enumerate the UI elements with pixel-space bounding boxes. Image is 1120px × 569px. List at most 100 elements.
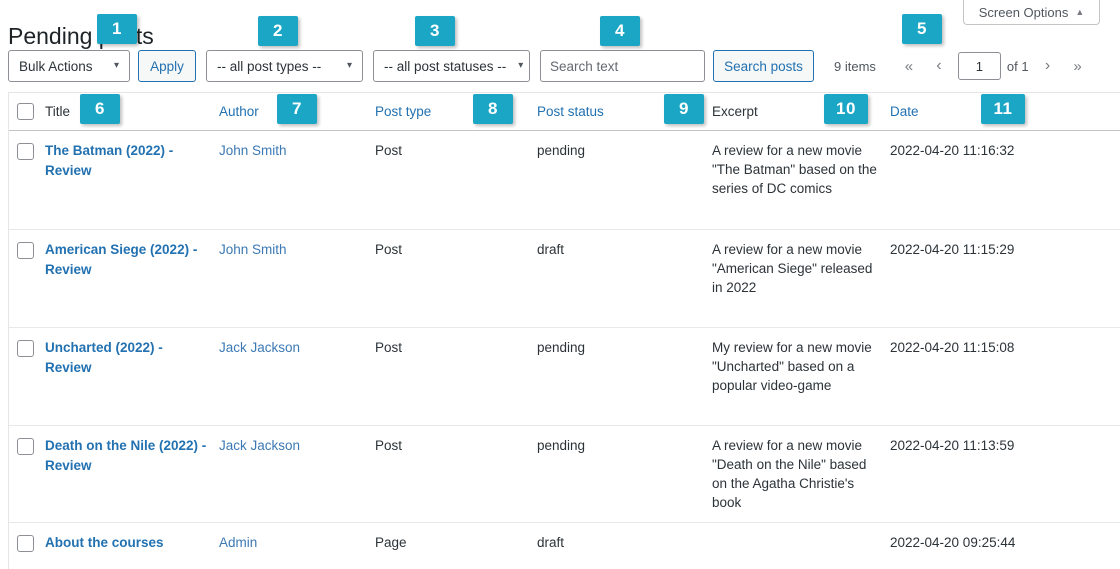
post-title-link[interactable]: Uncharted (2022) - Review — [45, 340, 163, 375]
cell-title: American Siege (2022) - Review — [45, 230, 219, 327]
annotation-badge-5: 5 — [902, 14, 942, 44]
post-title-link[interactable]: American Siege (2022) - Review — [45, 242, 197, 277]
row-select-cell — [9, 426, 45, 522]
post-author-link[interactable]: Jack Jackson — [219, 340, 300, 355]
row-select-checkbox[interactable] — [17, 143, 34, 160]
post-type-filter-value: -- all post types -- — [217, 58, 322, 74]
cell-author: John Smith — [219, 131, 375, 229]
cell-post-status: pending — [537, 340, 586, 355]
row-select-checkbox[interactable] — [17, 438, 34, 455]
annotation-badge-9: 9 — [664, 94, 704, 124]
screen-options-button[interactable]: Screen Options ▲ — [963, 0, 1100, 25]
row-select-checkbox[interactable] — [17, 535, 34, 552]
annotation-badge-2: 2 — [258, 16, 298, 46]
first-page-button[interactable]: « — [894, 52, 924, 80]
post-type-filter-select[interactable]: -- all post types -- ▾ — [206, 50, 363, 82]
column-header-title: Title — [45, 102, 219, 121]
next-page-button[interactable]: › — [1033, 52, 1063, 80]
select-all-header — [9, 103, 45, 120]
post-status-filter-select[interactable]: -- all post statuses -- ▾ — [373, 50, 530, 82]
items-count: 9 items — [834, 58, 876, 74]
bulk-actions-select[interactable]: Bulk Actions ▾ — [8, 50, 130, 82]
search-posts-button[interactable]: Search posts — [713, 50, 814, 82]
post-author-link[interactable]: Jack Jackson — [219, 438, 300, 453]
cell-date: 2022-04-20 11:16:32 — [890, 143, 1015, 158]
table-row: Death on the Nile (2022) - Review Jack Ja… — [9, 426, 1120, 523]
previous-page-button[interactable]: ‹ — [924, 52, 954, 80]
apply-button-label: Apply — [150, 58, 184, 74]
current-page-input[interactable] — [957, 52, 1001, 80]
annotation-badge-1: 1 — [97, 14, 137, 44]
chevron-down-icon: ▾ — [346, 60, 352, 71]
post-author-link[interactable]: Admin — [219, 535, 257, 550]
row-select-cell — [9, 523, 45, 569]
screen-options-label: Screen Options — [978, 4, 1069, 20]
annotation-badge-11: 11 — [981, 94, 1025, 124]
row-select-cell — [9, 131, 45, 229]
column-header-date-label: Date — [890, 104, 919, 119]
row-select-checkbox[interactable] — [17, 340, 34, 357]
column-header-title-label: Title — [45, 104, 71, 119]
cell-date: 2022-04-20 09:25:44 — [890, 535, 1016, 550]
cell-excerpt: A review for a new movie "American Siege… — [712, 242, 873, 295]
post-status-filter-value: -- all post statuses -- — [384, 58, 507, 74]
annotation-badge-6: 6 — [80, 94, 120, 124]
select-all-checkbox[interactable] — [17, 103, 34, 120]
post-author-link[interactable]: John Smith — [219, 143, 287, 158]
annotation-badge-7: 7 — [277, 94, 317, 124]
last-page-button[interactable]: » — [1063, 52, 1093, 80]
chevron-down-icon: ▾ — [518, 60, 524, 71]
table-toolbar: Bulk Actions ▾ Apply -- all post types -… — [8, 50, 1093, 82]
cell-title: Uncharted (2022) - Review — [45, 328, 219, 425]
row-select-cell — [9, 230, 45, 327]
post-title-link[interactable]: The Batman (2022) - Review — [45, 143, 173, 178]
annotation-badge-3: 3 — [415, 16, 455, 46]
cell-post-status: draft — [537, 242, 565, 257]
table-row: The Batman (2022) - Review John Smith Post… — [9, 131, 1120, 230]
cell-excerpt: A review for a new movie "Death on the N… — [712, 438, 867, 510]
cell-post-type: Post — [375, 242, 403, 257]
cell-post-type: Page — [375, 535, 407, 550]
cell-post-type: Post — [375, 143, 403, 158]
column-header-excerpt-label: Excerpt — [712, 104, 758, 119]
cell-post-type: Post — [375, 438, 403, 453]
pagination: « ‹ of 1 › » — [894, 52, 1093, 80]
table-row: About the courses Admin Page draft 2022-04-2… — [9, 523, 1120, 569]
cell-author: Jack Jackson — [219, 426, 375, 522]
search-input[interactable] — [540, 50, 705, 82]
table-header-row: Title Author Post type Post status Excer… — [9, 93, 1120, 131]
cell-excerpt: A review for a new movie "The Batman" ba… — [712, 143, 877, 196]
annotation-badge-10: 10 — [824, 94, 868, 124]
cell-post-status: pending — [537, 143, 586, 158]
row-select-cell — [9, 328, 45, 425]
column-header-post-type-label: Post type — [375, 104, 432, 119]
column-header-author-label: Author — [219, 104, 259, 119]
cell-post-status: pending — [537, 438, 586, 453]
cell-date: 2022-04-20 11:15:29 — [890, 242, 1015, 257]
cell-date: 2022-04-20 11:15:08 — [890, 340, 1015, 355]
annotation-badge-4: 4 — [600, 16, 640, 46]
row-select-checkbox[interactable] — [17, 242, 34, 259]
cell-excerpt — [712, 523, 890, 569]
cell-post-type: Post — [375, 340, 403, 355]
cell-excerpt: My review for a new movie "Uncharted" ba… — [712, 340, 872, 393]
table-row: Uncharted (2022) - Review Jack Jackson Pos… — [9, 328, 1120, 426]
cell-title: About the courses — [45, 523, 219, 569]
table-body: The Batman (2022) - Review John Smith Post… — [9, 131, 1120, 569]
post-author-link[interactable]: John Smith — [219, 242, 287, 257]
cell-author: John Smith — [219, 230, 375, 327]
cell-author: Jack Jackson — [219, 328, 375, 425]
chevron-down-icon: ▾ — [113, 60, 119, 71]
apply-button[interactable]: Apply — [138, 50, 196, 82]
cell-post-status: draft — [537, 535, 565, 550]
post-title-link[interactable]: Death on the Nile (2022) - Review — [45, 438, 206, 473]
chevron-up-icon: ▲ — [1075, 6, 1085, 17]
bulk-actions-value: Bulk Actions — [19, 58, 93, 74]
cell-author: Admin — [219, 523, 375, 569]
total-pages-label: of 1 — [1006, 58, 1029, 74]
posts-table: Title Author Post type Post status Excer… — [8, 92, 1120, 569]
cell-date: 2022-04-20 11:13:59 — [890, 438, 1015, 453]
table-row: American Siege (2022) - Review John Smith… — [9, 230, 1120, 328]
column-header-post-status-label: Post status — [537, 104, 604, 119]
post-title-link[interactable]: About the courses — [45, 535, 164, 550]
